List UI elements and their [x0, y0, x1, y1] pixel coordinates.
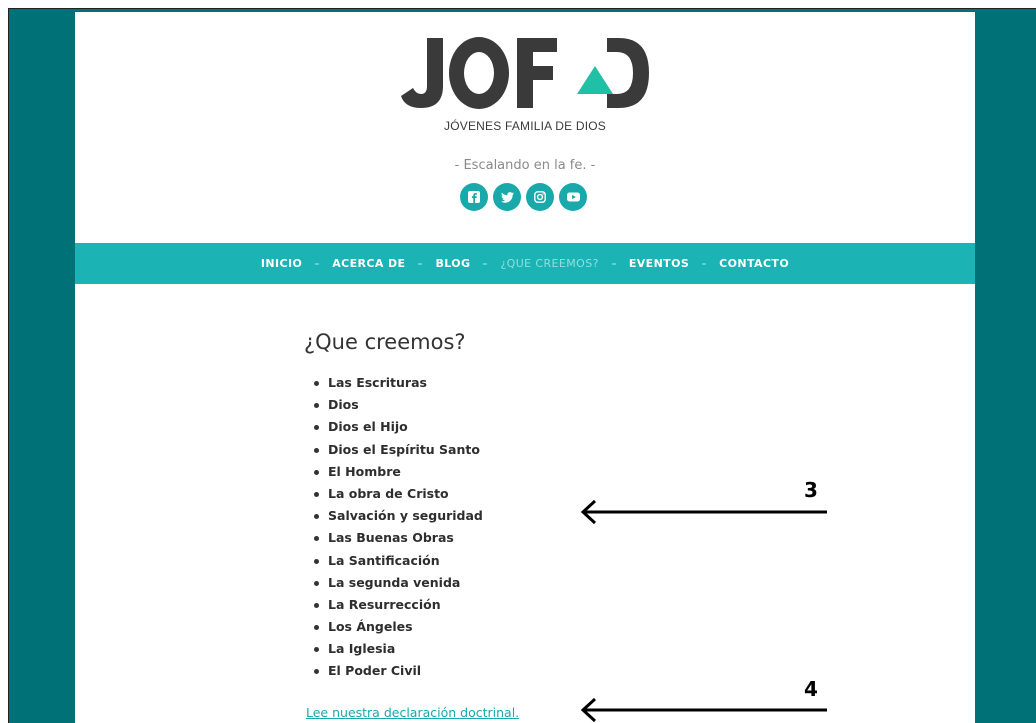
annotation-arrow-3 [580, 499, 827, 525]
doctrine-item: Salvación y seguridad [309, 505, 483, 527]
doctrine-item: Las Escrituras [309, 372, 483, 394]
site-slogan: - Escalando en la fe. - [454, 158, 596, 173]
outer-frame: JÓVENES FAMILIA DE DIOS - Escalando en l… [8, 8, 1036, 723]
facebook-icon [468, 191, 480, 203]
youtube-icon [566, 192, 580, 202]
site-logo[interactable]: JÓVENES FAMILIA DE DIOS [399, 30, 651, 140]
social-links [460, 183, 590, 213]
annotation-arrow-4 [580, 697, 827, 723]
doctrine-item: La segunda venida [309, 572, 483, 594]
doctrine-list: Las Escrituras Dios Dios el Hijo Dios el… [309, 372, 483, 683]
nav-separator [315, 262, 320, 265]
logo-subtitle: JÓVENES FAMILIA DE DIOS [444, 119, 606, 133]
doctrine-item: La obra de Cristo [309, 483, 483, 505]
page-container: JÓVENES FAMILIA DE DIOS - Escalando en l… [75, 12, 975, 723]
twitter-icon [500, 191, 514, 203]
instagram-link[interactable] [526, 183, 554, 211]
doctrine-item: La Iglesia [309, 638, 483, 660]
doctrine-item: Los Ángeles [309, 616, 483, 638]
youtube-link[interactable] [559, 183, 587, 211]
facebook-link[interactable] [460, 183, 488, 211]
nav-item-que-creemos[interactable]: ¿QUE CREEMOS? [500, 257, 598, 270]
doctrine-item: Dios el Espíritu Santo [309, 439, 483, 461]
doctrine-item: Dios [309, 394, 483, 416]
twitter-link[interactable] [493, 183, 521, 211]
nav-item-inicio[interactable]: INICIO [261, 257, 302, 270]
doctrine-item: El Hombre [309, 461, 483, 483]
main-nav: INICIO ACERCA DE BLOG ¿QUE CREEMOS? EVEN… [75, 243, 975, 284]
doctrine-item: La Santificación [309, 550, 483, 572]
doctrinal-declaration-link[interactable]: Lee nuestra declaración doctrinal. [306, 705, 519, 720]
nav-item-acerca-de[interactable]: ACERCA DE [332, 257, 405, 270]
doctrine-item: El Poder Civil [309, 660, 483, 682]
nav-separator [483, 262, 488, 265]
logo-wordmark [401, 37, 649, 109]
instagram-icon [534, 191, 546, 203]
nav-item-eventos[interactable]: EVENTOS [629, 257, 689, 270]
page-title: ¿Que creemos? [304, 330, 466, 354]
doctrine-item: La Resurrección [309, 594, 483, 616]
doctrine-item: Dios el Hijo [309, 416, 483, 438]
nav-separator [418, 262, 423, 265]
nav-separator [702, 262, 707, 265]
nav-item-blog[interactable]: BLOG [435, 257, 470, 270]
doctrine-item: Las Buenas Obras [309, 527, 483, 549]
nav-item-contacto[interactable]: CONTACTO [719, 257, 789, 270]
nav-separator [611, 262, 616, 265]
